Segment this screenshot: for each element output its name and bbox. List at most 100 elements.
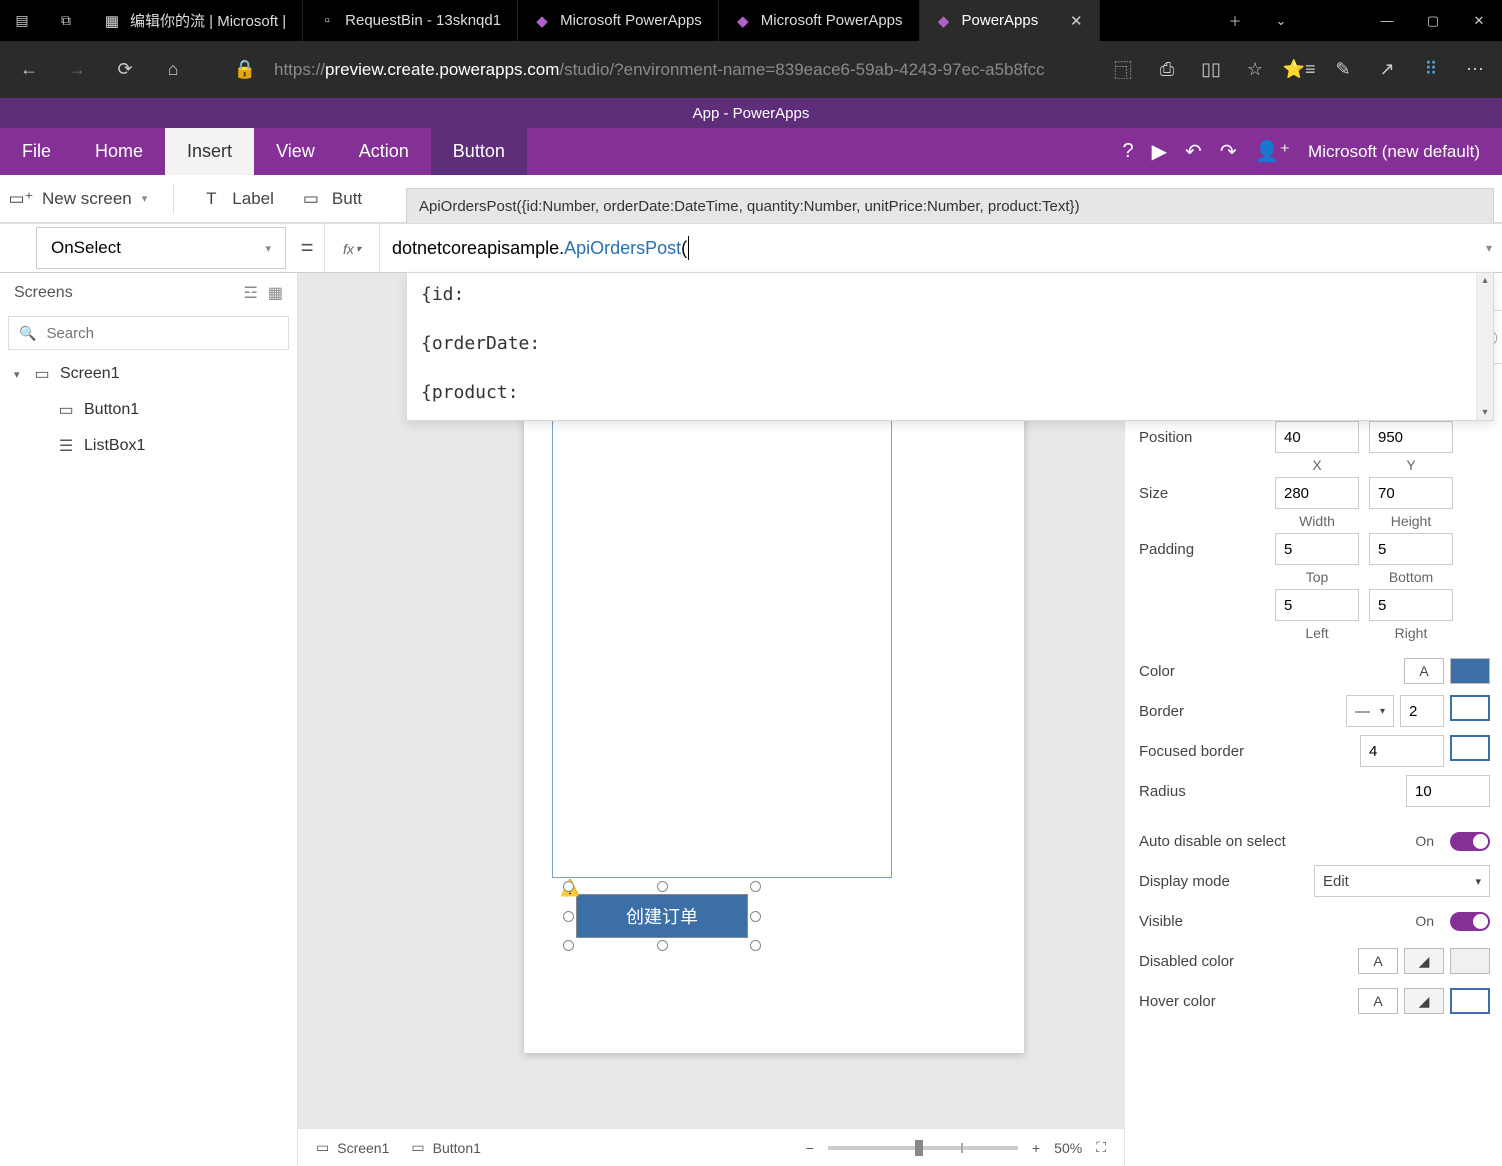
menu-home[interactable]: Home: [73, 128, 165, 175]
hover-border-swatch[interactable]: ◢: [1404, 988, 1444, 1014]
fit-screen-icon[interactable]: ⛶: [1096, 1139, 1106, 1156]
menu-action[interactable]: Action: [337, 128, 431, 175]
notes-icon[interactable]: ✎: [1322, 49, 1364, 91]
tree-node-button[interactable]: ▭Button1: [0, 392, 297, 428]
browser-tab[interactable]: ◆Microsoft PowerApps: [518, 0, 719, 41]
new-tab-button[interactable]: ＋: [1212, 0, 1258, 41]
fx-button[interactable]: fx▾: [324, 223, 380, 273]
close-window-button[interactable]: ✕: [1456, 0, 1502, 41]
books-icon[interactable]: ▯▯: [1190, 49, 1232, 91]
browser-tab-active[interactable]: ◆PowerApps✕: [920, 0, 1100, 41]
intellisense-option[interactable]: {orderDate:: [407, 322, 1493, 365]
width-input[interactable]: [1275, 477, 1359, 509]
thumbnail-view-icon[interactable]: ▦: [268, 283, 283, 303]
disabled-fill-swatch[interactable]: [1450, 948, 1490, 974]
pad-bottom-input[interactable]: [1369, 533, 1453, 565]
font-color-swatch[interactable]: A: [1404, 658, 1444, 684]
height-input[interactable]: [1369, 477, 1453, 509]
border-width-input[interactable]: [1400, 695, 1444, 727]
play-icon[interactable]: ▶: [1152, 139, 1167, 164]
search-input[interactable]: [46, 325, 278, 342]
new-screen-button[interactable]: ▭⁺New screen▾: [10, 188, 147, 210]
undo-icon[interactable]: ↶: [1185, 139, 1202, 164]
intellisense-scrollbar[interactable]: ▴▾: [1476, 273, 1493, 420]
home-button[interactable]: ⌂: [150, 47, 196, 93]
fill-color-swatch[interactable]: [1450, 658, 1490, 684]
visible-toggle[interactable]: [1450, 912, 1490, 931]
display-mode-select[interactable]: Edit▾: [1314, 865, 1490, 897]
browser-tab[interactable]: ▫RequestBin - 13sknqd1: [303, 0, 518, 41]
pos-y-input[interactable]: [1369, 421, 1453, 453]
hover-fill-swatch[interactable]: [1450, 988, 1490, 1014]
focused-color-swatch[interactable]: [1450, 735, 1490, 761]
formula-input[interactable]: dotnetcoreapisample.ApiOrdersPost( ▾: [380, 223, 1502, 273]
focused-border-input[interactable]: [1360, 735, 1444, 767]
share-user-icon[interactable]: 👤⁺: [1255, 139, 1290, 164]
intellisense-option[interactable]: {id:: [407, 273, 1493, 316]
insert-label-button[interactable]: TLabel: [200, 188, 274, 210]
menu-context-button[interactable]: Button: [431, 128, 527, 175]
address-bar[interactable]: https://preview.create.powerapps.com/stu…: [262, 60, 1100, 80]
listbox-control[interactable]: Office 365: [552, 378, 892, 878]
border-style-select[interactable]: — ▾: [1346, 695, 1394, 727]
close-tab-icon[interactable]: ✕: [1070, 12, 1083, 30]
prop-label-auto-disable: Auto disable on select: [1139, 833, 1319, 850]
tree-node-listbox[interactable]: ☰ListBox1: [0, 428, 297, 464]
pos-x-input[interactable]: [1275, 421, 1359, 453]
refresh-button[interactable]: ⟳: [102, 47, 148, 93]
browser-tab[interactable]: ▦编辑你的流 | Microsoft |: [88, 0, 303, 41]
pad-left-input[interactable]: [1275, 589, 1359, 621]
tree-node-screen[interactable]: ▾▭Screen1: [0, 356, 297, 392]
zoom-in-button[interactable]: +: [1032, 1140, 1040, 1156]
share-icon[interactable]: ↗: [1366, 49, 1408, 91]
disabled-border-swatch[interactable]: ◢: [1404, 948, 1444, 974]
caret-down-icon[interactable]: ▾: [14, 368, 24, 381]
menu-insert[interactable]: Insert: [165, 128, 254, 175]
back-button[interactable]: ←: [6, 47, 52, 93]
prop-label-padding: Padding: [1139, 541, 1265, 558]
property-selector[interactable]: OnSelect▾: [36, 227, 286, 269]
hover-font-swatch[interactable]: A: [1358, 988, 1398, 1014]
zoom-slider[interactable]: [828, 1146, 1018, 1150]
signature-tooltip: ApiOrdersPost({id:Number, orderDate:Date…: [406, 188, 1494, 223]
maximize-button[interactable]: ▢: [1410, 0, 1456, 41]
extensions-icon[interactable]: ⠿: [1410, 49, 1452, 91]
environment-label[interactable]: Microsoft (new default): [1308, 142, 1480, 162]
tree-collapse-icon[interactable]: ☲: [244, 283, 258, 303]
breadcrumb-screen[interactable]: ▭Screen1: [316, 1139, 389, 1156]
tab-actions-icon[interactable]: ⧉: [44, 12, 88, 29]
status-bar: ▭Screen1 ▭Button1 − + 50% ⛶: [298, 1128, 1124, 1166]
favorite-icon[interactable]: ☆: [1234, 49, 1276, 91]
translate-icon[interactable]: ⿹: [1102, 49, 1144, 91]
label-icon: T: [200, 188, 222, 210]
auto-disable-toggle[interactable]: [1450, 832, 1490, 851]
disabled-font-swatch[interactable]: A: [1358, 948, 1398, 974]
lock-icon[interactable]: 🔒: [230, 47, 260, 93]
pad-top-input[interactable]: [1275, 533, 1359, 565]
redo-icon[interactable]: ↷: [1220, 139, 1237, 164]
radius-input[interactable]: [1406, 775, 1490, 807]
minimize-button[interactable]: —: [1364, 0, 1410, 41]
breadcrumb-control[interactable]: ▭Button1: [411, 1139, 481, 1156]
expand-formula-icon[interactable]: ▾: [1486, 241, 1492, 255]
pad-right-input[interactable]: [1369, 589, 1453, 621]
intellisense-option[interactable]: {product:: [407, 371, 1493, 414]
menu-view[interactable]: View: [254, 128, 337, 175]
prop-label-focused: Focused border: [1139, 743, 1265, 760]
reading-list-icon[interactable]: ⎙: [1146, 49, 1188, 91]
reading-view-icon[interactable]: ▤: [0, 12, 44, 29]
app-screen[interactable]: Office 365 创建订单 ⚠️: [524, 378, 1024, 1053]
browser-tab[interactable]: ◆Microsoft PowerApps: [719, 0, 920, 41]
warning-icon[interactable]: ⚠️: [560, 878, 580, 898]
more-icon[interactable]: ⋯: [1454, 49, 1496, 91]
zoom-out-button[interactable]: −: [806, 1140, 814, 1156]
insert-button-button[interactable]: ▭Butt: [300, 188, 362, 210]
button-control-selected[interactable]: 创建订单: [576, 894, 748, 938]
border-color-swatch[interactable]: [1450, 695, 1490, 721]
help-icon[interactable]: ?: [1123, 140, 1134, 163]
tabs-chevron-icon[interactable]: ⌄: [1258, 0, 1304, 41]
app-title: App - PowerApps: [0, 98, 1502, 128]
screens-search[interactable]: 🔍: [8, 316, 289, 350]
favorites-bar-icon[interactable]: ⭐≡: [1278, 49, 1320, 91]
menu-file[interactable]: File: [0, 128, 73, 175]
